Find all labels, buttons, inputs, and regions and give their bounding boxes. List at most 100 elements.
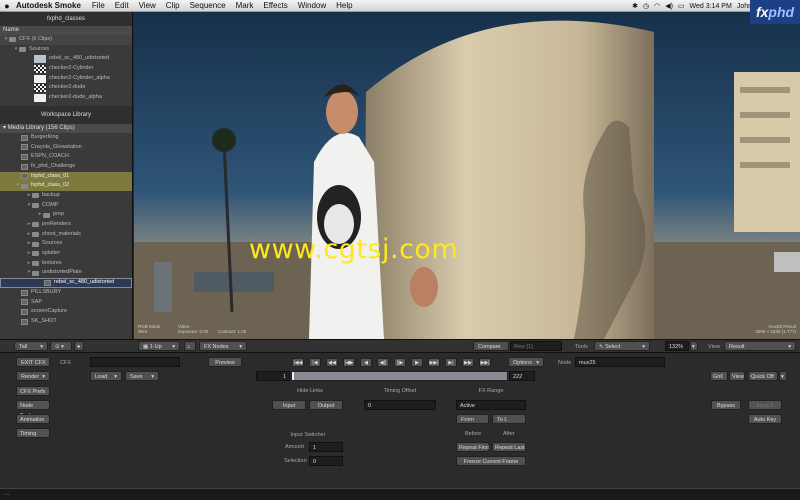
transport-button-icon[interactable]: ◀◀	[326, 358, 338, 367]
save-dropdown[interactable]: Save ▾	[125, 371, 159, 381]
library-folder-item[interactable]: ▾ fxphd_class_02	[0, 181, 132, 191]
zoom-field[interactable]: 132%	[665, 341, 689, 351]
repeat-last-button[interactable]: Repeat Last	[492, 442, 526, 452]
timeline-playhead[interactable]	[292, 372, 294, 380]
library-clip-item[interactable]: BurgerKing	[0, 133, 132, 143]
transport-button-icon[interactable]: ◀	[360, 358, 372, 367]
to-button[interactable]: To L	[492, 414, 526, 424]
timeline-bar[interactable]	[291, 371, 508, 381]
image-viewer[interactable]: www.cgtsj.com RGB Mode Wire Video Exposure…	[134, 12, 800, 339]
menu-clock[interactable]: Wed 3:14 PM	[690, 3, 732, 10]
amount-field[interactable]: 1	[309, 442, 343, 452]
menu-mark[interactable]: Mark	[236, 1, 254, 10]
source-clip-item[interactable]: checker2-dude	[0, 83, 132, 93]
oneup-dropdown[interactable]: ▦ 1-Up ▾	[138, 341, 180, 351]
cfx-name-field[interactable]	[90, 357, 180, 367]
menu-sequence[interactable]: Sequence	[190, 1, 226, 10]
fx-nodes-dropdown[interactable]: FX Nodes ▾	[199, 341, 247, 351]
transport-button-icon[interactable]: |◀▶	[343, 358, 355, 367]
menu-file[interactable]: File	[92, 1, 105, 10]
library-clip-item[interactable]: SK_SHOT	[0, 317, 132, 327]
sources-folder[interactable]: ▾ Sources	[0, 45, 132, 55]
layout-dropdown[interactable]: ⊙ ▾	[50, 341, 72, 351]
transport-button-icon[interactable]: ◀||	[377, 358, 389, 367]
name-column-header[interactable]: Name	[0, 26, 132, 35]
library-clip-item[interactable]: SAP	[0, 298, 132, 308]
freeze-frame-button[interactable]: Freeze Current Frame	[456, 456, 526, 466]
frame-end-field[interactable]: 222	[509, 371, 535, 381]
timing-button[interactable]: Timing	[16, 428, 50, 438]
home-button[interactable]: ⌂	[184, 341, 196, 351]
view-dropdown[interactable]: Result ▾	[724, 341, 796, 351]
input-button[interactable]: Input	[272, 400, 306, 410]
auto-key-button[interactable]: Auto Key	[748, 414, 782, 424]
preview-button[interactable]: Preview	[208, 357, 242, 367]
menu-help[interactable]: Help	[336, 1, 352, 10]
wifi-icon[interactable]: ◠	[654, 2, 660, 10]
source-clip-item[interactable]: rebel_sc_480_udistorted	[0, 54, 132, 64]
app-menu[interactable]: Autodesk Smoke	[16, 1, 81, 10]
bypass-button[interactable]: Bypass	[711, 400, 741, 410]
library-folder-item[interactable]: ▸ shoot_materials	[0, 230, 132, 240]
library-folder-item[interactable]: ▸ Sources	[0, 239, 132, 249]
load-dropdown[interactable]: Load ▾	[90, 371, 122, 381]
library-folder-item[interactable]: ▾ undistortedPlate	[0, 268, 132, 278]
input2-button[interactable]: Input 2	[748, 400, 782, 410]
library-folder-item[interactable]: ▸ textures	[0, 259, 132, 269]
library-folder-item[interactable]: ▾ COMP	[0, 201, 132, 211]
source-clip-item[interactable]: checker2-Cylinder	[0, 64, 132, 74]
exit-cfx-button[interactable]: EXIT CFX	[16, 357, 50, 367]
frame-start-field[interactable]: 1	[256, 371, 290, 381]
transport-button-icon[interactable]: ▶|	[445, 358, 457, 367]
library-clip-item[interactable]: Crayola_Glowstation	[0, 143, 132, 153]
output-button[interactable]: Output	[309, 400, 343, 410]
render-dropdown[interactable]: Render ▾	[16, 371, 50, 381]
library-folder-item[interactable]: ▸ preRenders	[0, 220, 132, 230]
bluetooth-icon[interactable]: ✱	[632, 2, 638, 10]
menu-edit[interactable]: Edit	[115, 1, 129, 10]
transport-button-icon[interactable]: ||▶	[394, 358, 406, 367]
library-clip-item[interactable]: rebel_sc_480_udistorted	[0, 278, 132, 288]
quick-dropdown[interactable]: ▾	[779, 371, 787, 381]
repeat-first-button[interactable]: Repeat First	[456, 442, 489, 452]
library-clip-item[interactable]: PILLSBURY	[0, 288, 132, 298]
node-name-field[interactable]: mux25	[575, 357, 665, 367]
transport-button-icon[interactable]: ▶	[411, 358, 423, 367]
cfx-prefs-button[interactable]: CFX Prefs	[16, 386, 50, 396]
transport-button-icon[interactable]: |◀◀	[292, 358, 304, 367]
battery-icon[interactable]: ▭	[678, 2, 685, 10]
menu-effects[interactable]: Effects	[263, 1, 287, 10]
options-dropdown[interactable]: Options ▾	[508, 357, 544, 367]
active-field[interactable]: Active	[456, 400, 526, 410]
library-clip-item[interactable]: fx_phd_Challenge	[0, 162, 132, 172]
compare-field[interactable]: Rew [1]	[510, 341, 562, 351]
library-clip-item[interactable]: ESPN_COACH	[0, 152, 132, 162]
view-button[interactable]: View	[729, 371, 745, 381]
source-clip-item[interactable]: checker2-Cylinder_alpha	[0, 74, 132, 84]
tall-dropdown[interactable]: Tall ▾	[14, 341, 48, 351]
compare-button[interactable]: Compare	[473, 341, 509, 351]
library-clip-item[interactable]: screenCapture	[0, 307, 132, 317]
source-clip-item[interactable]: checker2-dude_alpha	[0, 93, 132, 103]
selection-field[interactable]: 0	[309, 456, 343, 466]
grid-button[interactable]: Grill	[710, 371, 728, 381]
menu-window[interactable]: Window	[298, 1, 326, 10]
from-button[interactable]: From	[456, 414, 489, 424]
zoom-dropdown[interactable]: ▾	[690, 341, 698, 351]
library-folder-item[interactable]: ▸ splatter	[0, 249, 132, 259]
cfx-group-header[interactable]: ▾ CFX (6 Clips)	[0, 35, 132, 45]
apple-menu-icon[interactable]: ●	[0, 1, 14, 11]
menu-view[interactable]: View	[139, 1, 156, 10]
library-clip-item[interactable]: fxphd_class_01	[0, 171, 132, 182]
transport-button-icon[interactable]: ▶▶|	[479, 358, 491, 367]
node-prefs-button[interactable]: Node Prefs	[16, 400, 50, 419]
menu-clip[interactable]: Clip	[166, 1, 180, 10]
time-machine-icon[interactable]: ◷	[643, 2, 649, 10]
volume-icon[interactable]: ◀)	[665, 2, 673, 10]
tools-dropdown[interactable]: ↖ Select ▾	[594, 341, 650, 351]
library-folder-item[interactable]: ▸ prep	[0, 210, 132, 220]
transport-button-icon[interactable]: ▶▶	[462, 358, 474, 367]
transport-button-icon[interactable]: |◀	[309, 358, 321, 367]
record-button[interactable]: ●	[74, 341, 84, 351]
media-library-header[interactable]: ▾ Media Library (156 Clips)	[0, 123, 132, 133]
